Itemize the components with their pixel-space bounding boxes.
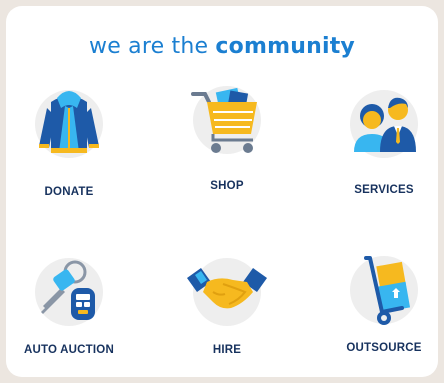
shopping-cart-icon <box>191 86 261 154</box>
page-title: we are the community <box>6 34 438 59</box>
tile-donate[interactable]: DONATE <box>9 80 129 198</box>
hand-truck-icon <box>350 256 418 325</box>
handshake-icon <box>187 258 267 326</box>
hoodie-icon <box>35 90 103 158</box>
tile-label: HIRE <box>212 344 242 356</box>
tile-label: AUTO AUCTION <box>24 344 114 356</box>
tile-label: SHOP <box>210 180 244 192</box>
tile-label: DONATE <box>44 186 94 198</box>
tile-label: SERVICES <box>354 184 414 196</box>
community-card: we are the community DONATE SHOP SERVICE… <box>6 6 438 377</box>
tile-label: OUTSOURCE <box>346 342 422 354</box>
car-keys-icon <box>35 258 103 326</box>
tile-services[interactable]: SERVICES <box>324 80 444 196</box>
tile-shop[interactable]: SHOP <box>167 76 287 192</box>
tile-outsource[interactable]: OUTSOURCE <box>324 246 444 354</box>
tile-auto-auction[interactable]: AUTO AUCTION <box>9 248 129 356</box>
title-highlight: community <box>215 34 355 59</box>
title-prefix: we are the <box>89 34 216 59</box>
tile-hire[interactable]: HIRE <box>167 248 287 356</box>
people-icon <box>350 90 418 158</box>
